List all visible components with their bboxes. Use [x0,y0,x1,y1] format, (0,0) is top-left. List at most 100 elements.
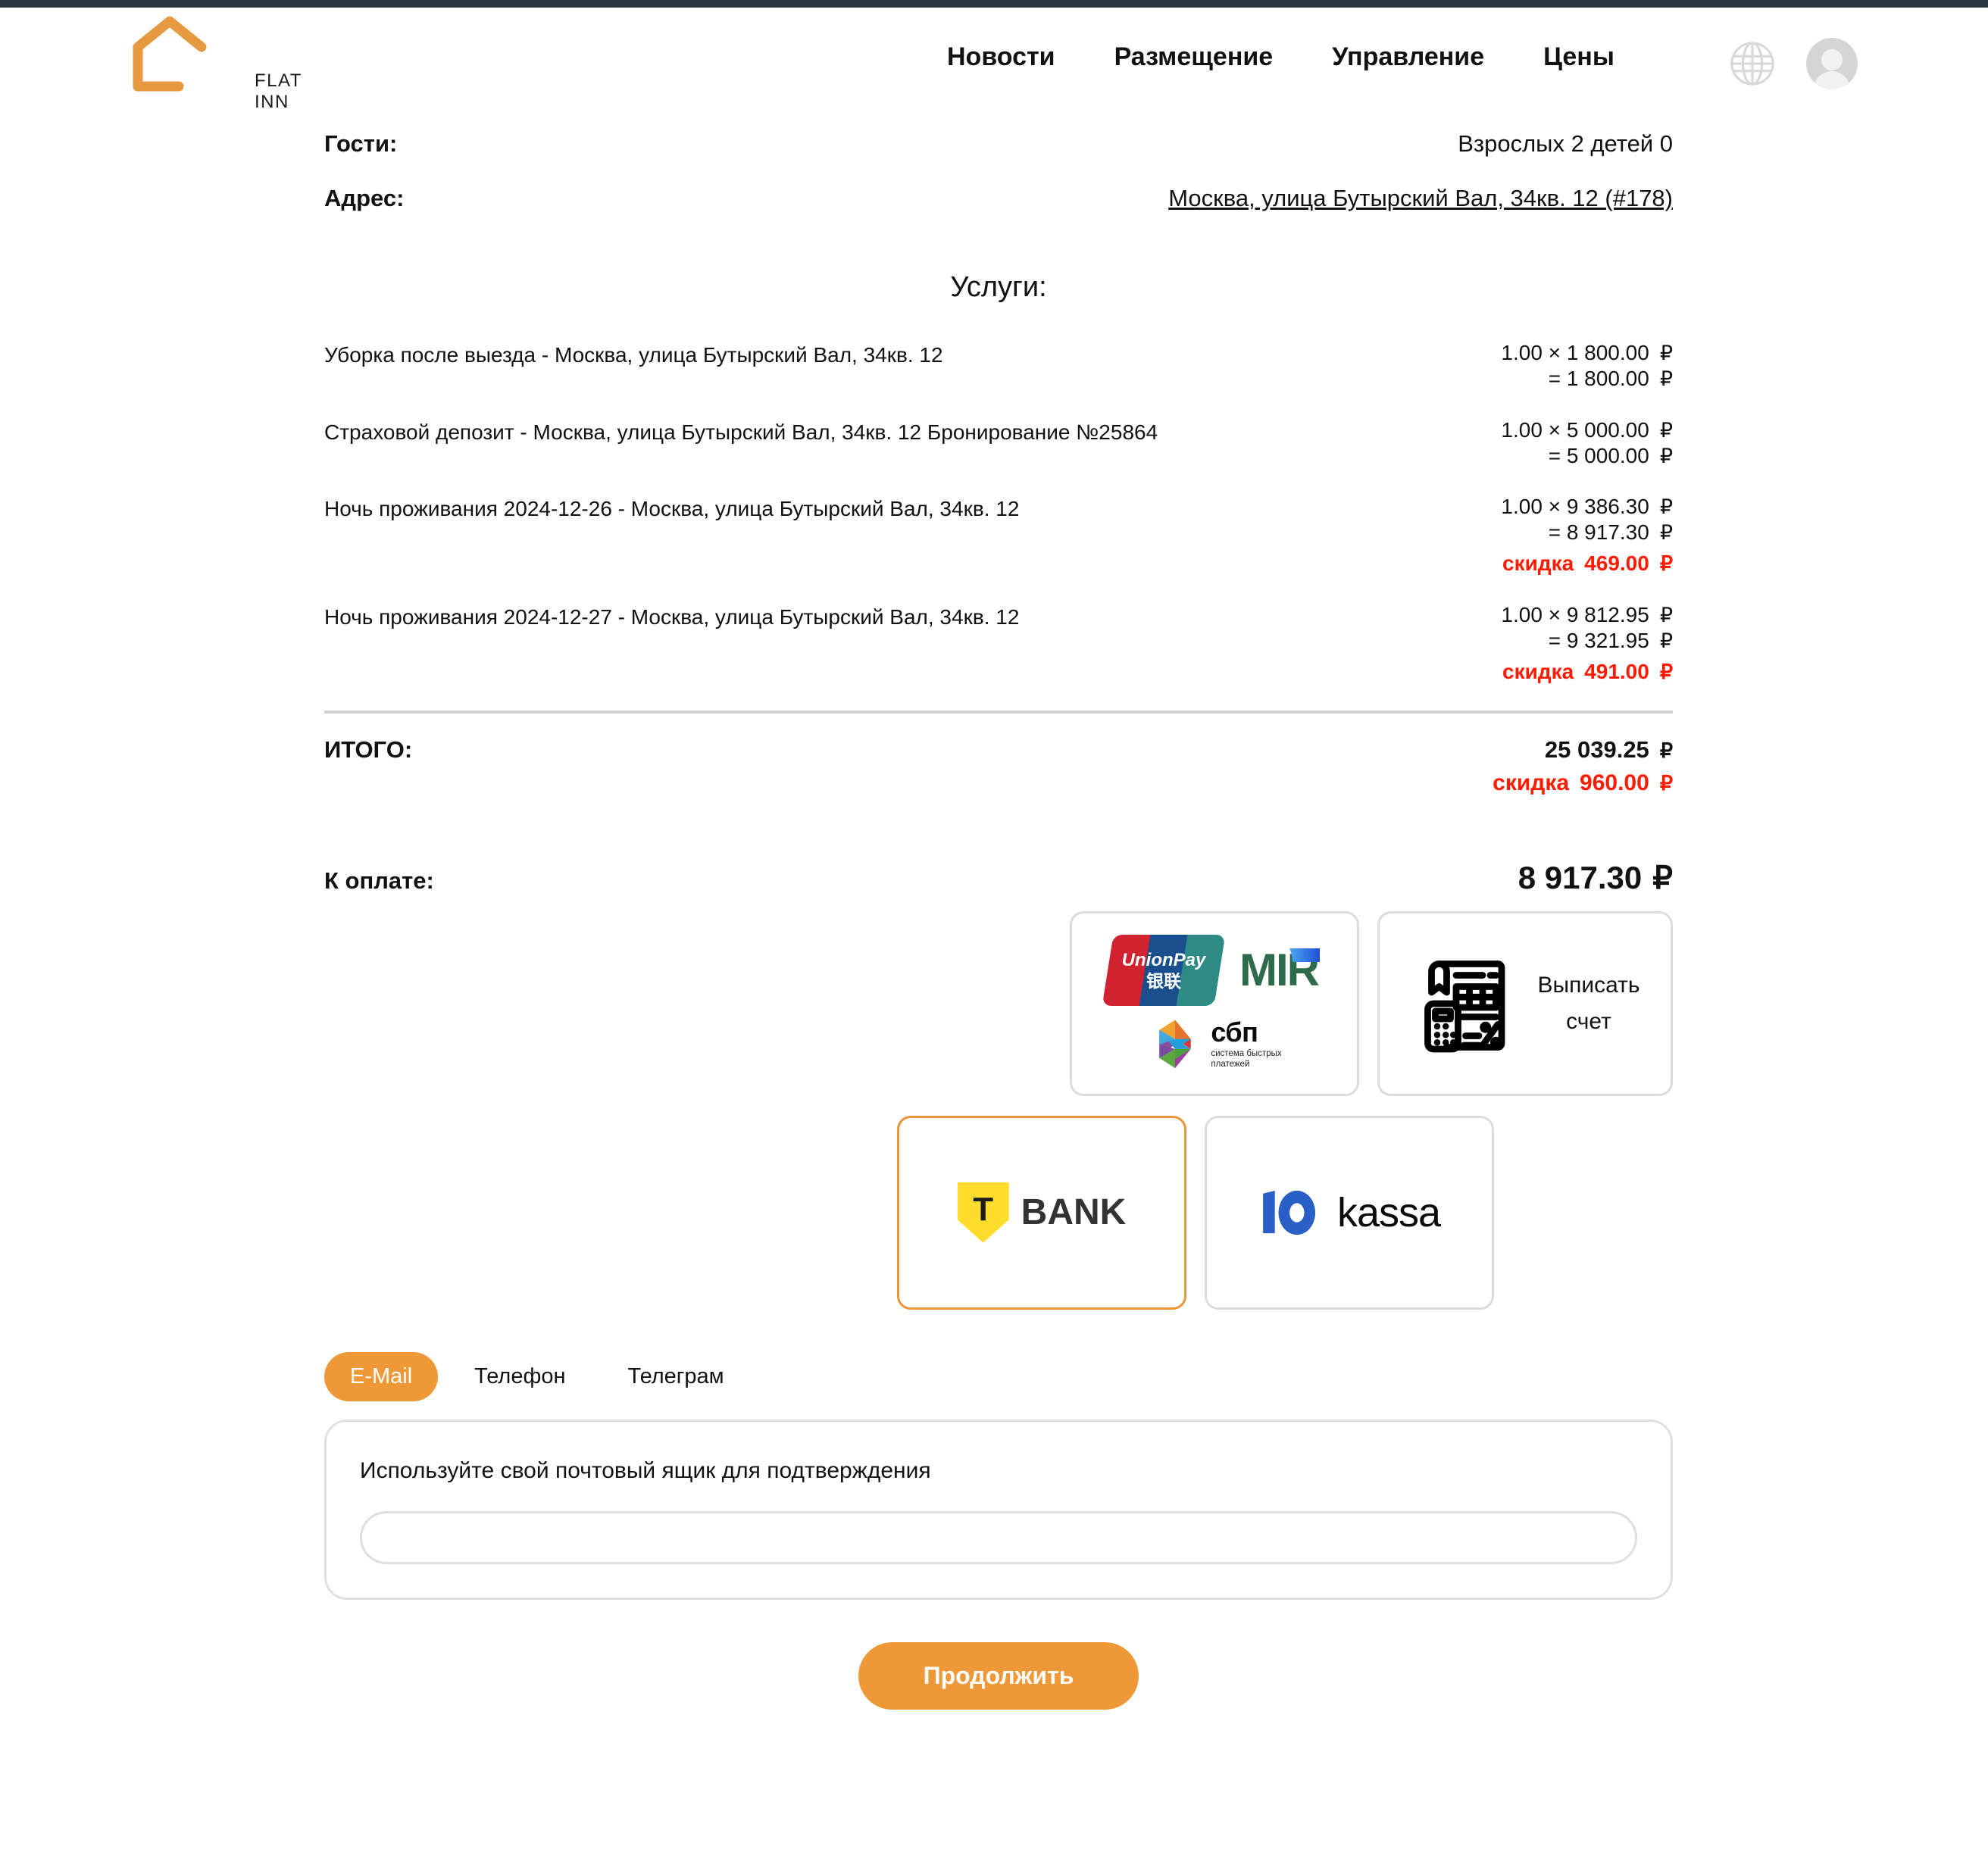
currency-symbol: ₽ [1659,495,1673,519]
guests-label: Гости: [324,130,398,157]
services-list: Уборка после выезда - Москва, улица Буты… [324,340,1673,685]
service-qty: 1.00 × 5 000.00 [1501,417,1649,442]
service-sum: = 1 800.00 [1548,366,1649,390]
service-amounts: 1.00 × 9 812.95 ₽ = 9 321.95 ₽ скидка 491.0… [1501,602,1673,685]
currency-symbol: ₽ [1652,859,1673,895]
payment-option-bank-cards[interactable]: UnionPay 银联 MIR сбп система быстрых плат… [1070,910,1359,1096]
tbank-logo-icon: Т BANK [957,1182,1127,1243]
nav-item-placement[interactable]: Размещение [1114,42,1274,72]
total-discount-line: скидка 960.00 ₽ [1493,770,1673,796]
address-label: Адрес: [324,185,405,211]
service-amounts: 1.00 × 9 386.30 ₽ = 8 917.30 ₽ скидка 469.0… [1501,494,1673,576]
service-sum: = 5 000.00 [1548,443,1649,467]
discount-value: 491.00 [1584,659,1649,683]
site-header: FLAT INN Новости Размещение Управление Ц… [0,8,1988,114]
payable-value-line: 8 917.30 ₽ [1518,859,1673,896]
service-discount-line: скидка 491.00 ₽ [1501,659,1673,685]
tab-phone[interactable]: Телефон [449,1352,591,1401]
email-input[interactable] [360,1510,1637,1564]
service-sum-line: = 8 917.30 ₽ [1501,520,1673,545]
unionpay-logo-icon: UnionPay 银联 [1102,934,1226,1006]
service-qty-line: 1.00 × 5 000.00 ₽ [1501,417,1673,443]
tab-telegram[interactable]: Телеграм [602,1352,749,1401]
contact-hint: Используйте свой почтовый ящик для подтв… [360,1457,931,1483]
nav-item-management[interactable]: Управление [1332,42,1484,72]
payment-methods-row-1: UnionPay 银联 MIR сбп система быстрых плат… [324,910,1673,1096]
payment-methods: UnionPay 银联 MIR сбп система быстрых плат… [324,910,1673,1310]
logo-wordmark: FLAT INN [255,70,302,112]
service-name: Ночь проживания 2024-12-27 - Москва, ули… [324,605,1020,629]
mir-swoosh-icon [1289,948,1320,962]
card-brand-logos: UnionPay 银联 MIR [1102,934,1321,1006]
mir-logo-icon: MIR [1239,947,1321,993]
yookassa-label: kassa [1336,1189,1441,1235]
currency-symbol: ₽ [1659,604,1673,627]
service-sum-line: = 1 800.00 ₽ [1501,366,1673,392]
service-row: Ночь проживания 2024-12-27 - Москва, ули… [324,602,1673,685]
service-name: Ночь проживания 2024-12-26 - Москва, ули… [324,497,1020,521]
tbank-label: BANK [1021,1192,1127,1233]
tab-email[interactable]: E-Mail [324,1351,439,1401]
service-qty: 1.00 × 9 812.95 [1501,603,1649,627]
address-link[interactable]: Москва, улица Бутырский Вал, 34кв. 12 (#… [1168,185,1673,212]
contact-panel: Используйте свой почтовый ящик для подтв… [324,1419,1673,1600]
globe-icon[interactable] [1729,40,1776,87]
service-row: Ночь проживания 2024-12-26 - Москва, ули… [324,494,1673,576]
yoo-mark-icon [1263,1190,1316,1235]
service-qty-line: 1.00 × 9 812.95 ₽ [1501,602,1673,628]
currency-symbol: ₽ [1659,367,1673,390]
site-logo[interactable]: FLAT INN [112,14,309,112]
total-label: ИТОГО: [324,736,413,763]
guests-value: Взрослых 2 детей 0 [1458,130,1673,157]
currency-symbol: ₽ [1659,342,1673,364]
payment-option-invoice[interactable]: Выписать счет [1377,910,1673,1096]
service-sum: = 9 321.95 [1548,628,1649,652]
continue-button-wrap: Продолжить [324,1641,1673,1710]
payment-methods-row-2: Т BANK kassa [324,1115,1673,1310]
total-row: ИТОГО: 25 039.25 ₽ скидка 960.00 ₽ [324,736,1673,796]
nav-item-news[interactable]: Новости [947,42,1055,72]
payable-row: К оплате: 8 917.30 ₽ [324,859,1673,896]
sbp-mark-icon [1159,1020,1192,1068]
header-icon-group [1729,38,1858,89]
guests-row: Гости: Взрослых 2 детей 0 [324,130,1673,158]
currency-symbol: ₽ [1659,771,1673,795]
payment-option-tbank[interactable]: Т BANK [897,1115,1186,1310]
currency-symbol: ₽ [1659,444,1673,467]
service-amounts: 1.00 × 1 800.00 ₽ = 1 800.00 ₽ [1501,340,1673,392]
main-navigation: Новости Размещение Управление Цены [947,42,1614,72]
invoice-label-2: счет [1566,1008,1611,1034]
user-avatar-icon[interactable] [1806,38,1858,89]
invoice-icon [1424,960,1505,1052]
service-amounts: 1.00 × 5 000.00 ₽ = 5 000.00 ₽ [1501,417,1673,469]
totals-divider [324,710,1673,714]
service-qty: 1.00 × 1 800.00 [1501,341,1649,364]
tbank-mark: Т [973,1190,994,1228]
contact-channel-tabs: E-Mail Телефон Телеграм [324,1351,1673,1401]
total-value-line: 25 039.25 ₽ [1545,736,1673,763]
service-discount-line: скидка 469.00 ₽ [1501,551,1673,576]
sbp-sublabel: система быстрых платежей [1211,1048,1281,1070]
service-qty-line: 1.00 × 1 800.00 ₽ [1501,340,1673,366]
booking-summary: Гости: Взрослых 2 детей 0 Адрес: Москва,… [324,114,1673,1710]
total-discount-label: скидка [1493,770,1570,795]
currency-symbol: ₽ [1659,418,1673,442]
tbank-shield-icon: Т [957,1182,1009,1243]
payable-label: К оплате: [324,867,434,894]
nav-item-prices[interactable]: Цены [1543,42,1614,72]
sbp-text: сбп система быстрых платежей [1211,1018,1281,1070]
services-title: Услуги: [950,271,1047,303]
service-sum-line: = 5 000.00 ₽ [1501,443,1673,469]
invoice-label: Выписать счет [1538,967,1640,1040]
service-row: Страховой депозит - Москва, улица Бутырс… [324,417,1673,469]
payment-option-yookassa[interactable]: kassa [1205,1115,1494,1310]
continue-button[interactable]: Продолжить [858,1641,1139,1710]
discount-label: скидка [1502,551,1574,576]
unionpay-label: UnionPay [1121,949,1206,970]
service-name: Страховой депозит - Москва, улица Бутырс… [324,420,1158,444]
total-value: 25 039.25 [1544,736,1649,763]
top-accent-strip [0,0,1988,8]
invoice-label-1: Выписать [1537,972,1640,998]
avatar-body [1814,71,1850,89]
yookassa-logo-icon: kassa [1258,1188,1441,1238]
